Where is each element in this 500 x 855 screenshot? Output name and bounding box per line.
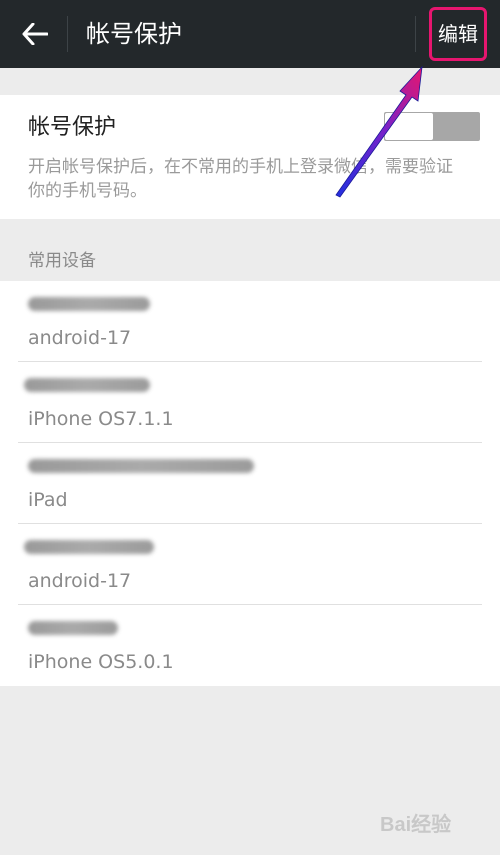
topbar-divider (67, 16, 68, 52)
devices-section-header: 常用设备 (28, 251, 96, 271)
device-os: iPhone OS5.0.1 (28, 651, 174, 673)
device-name-redacted (28, 297, 150, 311)
device-name-redacted (28, 621, 118, 635)
device-name-redacted (28, 459, 254, 473)
watermark-text: Bai经验 (380, 814, 452, 836)
back-arrow-icon (22, 23, 48, 45)
page-title: 帐号保护 (86, 20, 182, 48)
watermark: Bai经验 (380, 800, 490, 840)
device-os: iPad (28, 489, 68, 511)
device-os: iPhone OS7.1.1 (28, 408, 174, 430)
annotation-arrow-icon (335, 65, 423, 198)
device-list: android-17 iPhone OS7.1.1 iPad android-1… (0, 281, 500, 686)
edit-button[interactable]: 编辑 (429, 7, 487, 61)
device-item[interactable]: iPhone OS7.1.1 (0, 362, 500, 443)
account-protection-label: 帐号保护 (28, 115, 117, 140)
device-item[interactable]: android-17 (0, 281, 500, 362)
device-os: android-17 (28, 570, 132, 592)
back-button[interactable] (10, 10, 58, 58)
device-item[interactable]: iPad (0, 443, 500, 524)
device-os: android-17 (28, 327, 132, 349)
device-item[interactable]: android-17 (0, 524, 500, 605)
topbar-divider (415, 16, 416, 52)
device-item[interactable]: iPhone OS5.0.1 (0, 605, 500, 686)
device-name-redacted (24, 540, 154, 554)
account-protection-screen: 帐号保护 编辑 帐号保护 开启帐号保护后，在不常用的手机上登录微信，需要验证你的… (0, 0, 500, 855)
device-name-redacted (24, 378, 150, 392)
